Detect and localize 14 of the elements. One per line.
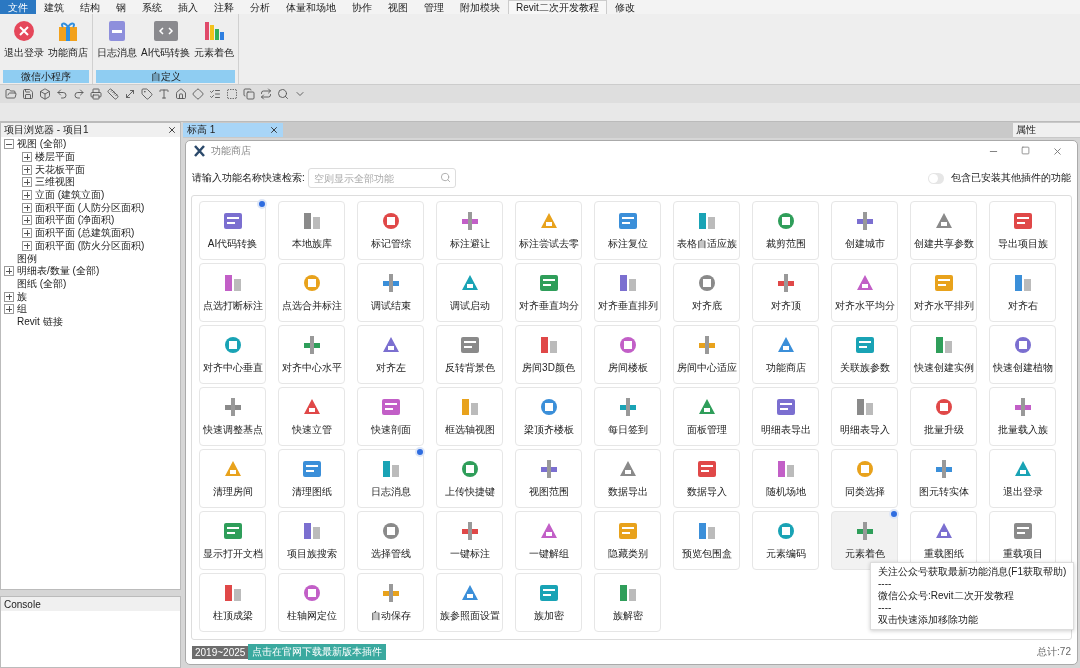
panel-title: 微信小程序 (3, 70, 89, 83)
tooltip-line: 双击快速添加移除功能 (878, 614, 978, 626)
panel-title: 自定义 (96, 70, 236, 83)
dialog-title: 功能商店 (211, 144, 251, 158)
properties-title: 属性 (1013, 123, 1080, 137)
panel-title: Console (4, 598, 41, 610)
version-years: 2019~2025 (192, 645, 249, 659)
search-label: 请输入功能名称快速检索: (192, 171, 305, 185)
total-count: 总计:72 (1037, 645, 1071, 659)
tooltip-line: ---- (878, 578, 892, 590)
tooltip-line: ---- (878, 602, 892, 614)
panel-title: 项目浏览器 - 项目1 (4, 123, 89, 137)
tooltip-line: 微信公众号:Revit二次开发教程 (878, 590, 1014, 602)
toggle-label: 包含已安装其他插件的功能 (951, 171, 1071, 185)
